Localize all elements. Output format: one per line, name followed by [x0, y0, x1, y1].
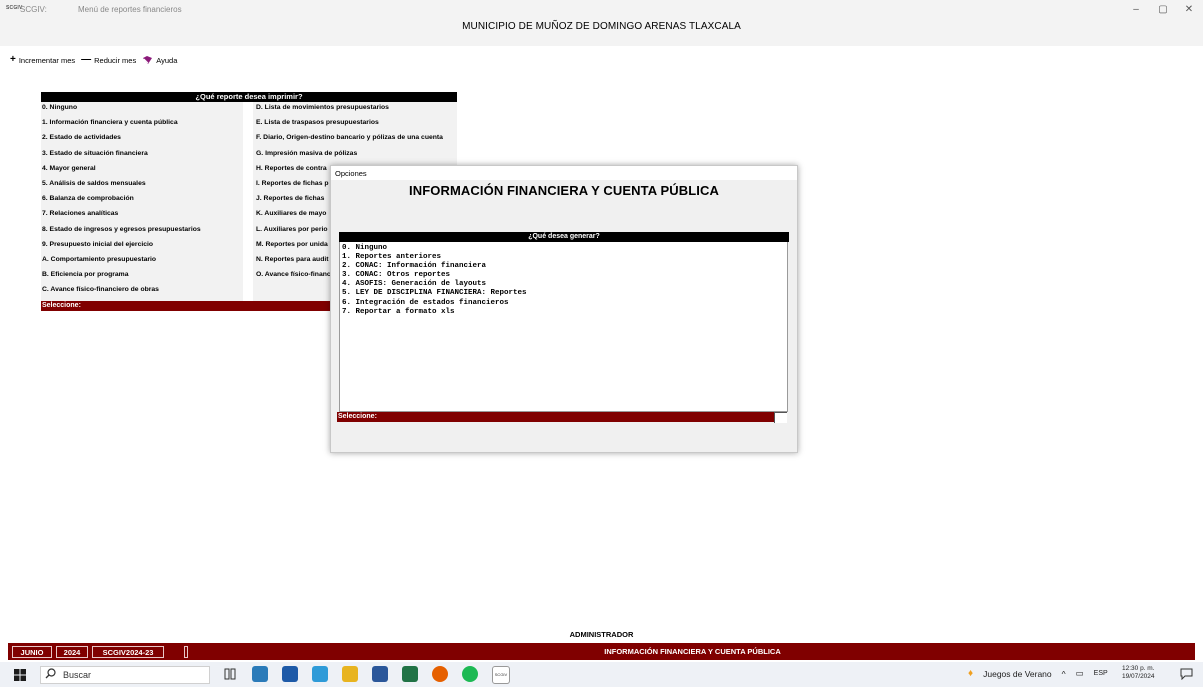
- dialog-option-item[interactable]: 4. ASOFIS: Generación de layouts: [342, 280, 527, 289]
- excel-app-icon[interactable]: [402, 666, 418, 682]
- chevron-up-icon[interactable]: ^: [1062, 669, 1066, 679]
- dialog-option-item[interactable]: 2. CONAC: Información financiera: [342, 262, 527, 271]
- taskbar-search-input[interactable]: Buscar: [40, 666, 210, 684]
- dialog-list-header: ¿Qué desea generar?: [339, 232, 789, 242]
- weather-icon[interactable]: ♦: [968, 668, 973, 679]
- restore-button[interactable]: ▢: [1152, 3, 1174, 17]
- scgiv-app-icon[interactable]: SCGIV: [492, 666, 510, 684]
- status-database: SCGIV2024-23: [92, 646, 164, 658]
- calculator-app-icon[interactable]: [252, 666, 268, 682]
- report-menu-item[interactable]: F. Diario, Origen-destino bancario y pól…: [256, 134, 456, 149]
- minimize-button[interactable]: –: [1125, 3, 1147, 17]
- notification-icon[interactable]: [1180, 668, 1193, 680]
- report-select-prompt[interactable]: Seleccione:: [41, 301, 342, 311]
- report-menu-item[interactable]: C. Avance físico-financiero de obras: [42, 286, 242, 301]
- dialog-select-prompt: Seleccione:: [337, 412, 774, 422]
- report-menu-item[interactable]: 4. Mayor general: [42, 165, 242, 180]
- task-view-icon[interactable]: [222, 666, 238, 682]
- search-icon: [45, 668, 56, 679]
- firefox-app-icon[interactable]: [432, 666, 448, 682]
- plus-icon: +: [10, 54, 16, 65]
- dialog-option-item[interactable]: 1. Reportes anteriores: [342, 253, 527, 262]
- clock-time: 12:30 p. m.: [1122, 665, 1155, 672]
- status-separator: [184, 646, 188, 658]
- dialog-option-item[interactable]: 5. LEY DE DISCIPLINA FINANCIERA: Reporte…: [342, 289, 527, 298]
- spotify-app-icon[interactable]: [462, 666, 478, 682]
- windows-start-icon[interactable]: [14, 669, 26, 681]
- report-menu-item[interactable]: G. Impresión masiva de pólizas: [256, 150, 456, 165]
- status-year: 2024: [56, 646, 88, 658]
- menu-divider: [243, 102, 253, 301]
- app-name: SCGIV:: [20, 5, 47, 14]
- report-menu-left-column: 0. Ninguno 1. Información financiera y cu…: [42, 104, 242, 301]
- report-menu-item[interactable]: 3. Estado de situación financiera: [42, 150, 242, 165]
- status-month: JUNIO: [12, 646, 52, 658]
- report-menu-item[interactable]: 5. Análisis de saldos mensuales: [42, 180, 242, 195]
- status-current-report: INFORMACIÓN FINANCIERA Y CUENTA PÚBLICA: [604, 647, 781, 656]
- help-label: Ayuda: [156, 55, 178, 65]
- report-menu-header: ¿Qué reporte desea imprimir?: [41, 92, 457, 102]
- system-tray: ♦ Juegos de Verano ^ ▭ ESP: [968, 668, 1108, 679]
- report-menu-item[interactable]: 1. Información financiera y cuenta públi…: [42, 119, 242, 134]
- dialog-title: Opciones: [335, 169, 367, 178]
- increment-month-label: Incrementar mes: [18, 55, 76, 65]
- report-menu-item[interactable]: D. Lista de movimientos presupuestarios: [256, 104, 456, 119]
- report-menu-item[interactable]: 0. Ninguno: [42, 104, 242, 119]
- dialog-option-item[interactable]: 7. Reportar a formato xls: [342, 308, 527, 317]
- report-menu-item[interactable]: 9. Presupuesto inicial del ejercicio: [42, 241, 242, 256]
- dialog-title-bar: [331, 166, 797, 180]
- increment-month-button[interactable]: + Incrementar mes: [10, 55, 75, 65]
- book-icon: [143, 56, 153, 64]
- municipality-title: MUNICIPIO DE MUÑOZ DE DOMINGO ARENAS TLA…: [462, 21, 741, 32]
- dialog-select-input[interactable]: [774, 412, 787, 423]
- decrement-month-button[interactable]: — Reducir mes: [81, 55, 136, 65]
- window-title: Menú de reportes financieros: [78, 5, 182, 14]
- dialog-heading: INFORMACIÓN FINANCIERA Y CUENTA PÚBLICA: [409, 183, 719, 198]
- photos-app-icon[interactable]: [312, 666, 328, 682]
- report-menu-item[interactable]: A. Comportamiento presupuestario: [42, 256, 242, 271]
- clock[interactable]: 12:30 p. m. 19/07/2024: [1122, 665, 1155, 681]
- weather-label[interactable]: Juegos de Verano: [983, 669, 1052, 679]
- toolbar: + Incrementar mes — Reducir mes Ayuda: [10, 54, 177, 66]
- report-menu-item[interactable]: E. Lista de traspasos presupuestarios: [256, 119, 456, 134]
- report-menu-item[interactable]: B. Eficiencia por programa: [42, 271, 242, 286]
- word-app-icon[interactable]: [372, 666, 388, 682]
- network-icon[interactable]: ▭: [1076, 668, 1084, 679]
- close-button[interactable]: ✕: [1178, 3, 1200, 17]
- edge-browser-icon[interactable]: [282, 666, 298, 682]
- dialog-option-item[interactable]: 3. CONAC: Otros reportes: [342, 271, 527, 280]
- decrement-month-label: Reducir mes: [94, 55, 137, 65]
- dialog-options-items: 0. Ninguno 1. Reportes anteriores 2. CONAC…: [342, 244, 527, 317]
- language-indicator[interactable]: ESP: [1094, 670, 1108, 677]
- dialog-option-item[interactable]: 6. Integración de estados financieros: [342, 299, 527, 308]
- dialog-option-item[interactable]: 0. Ninguno: [342, 244, 527, 253]
- file-explorer-icon[interactable]: [342, 666, 358, 682]
- clock-date: 19/07/2024: [1122, 673, 1155, 680]
- report-menu-item[interactable]: 8. Estado de ingresos y egresos presupue…: [42, 226, 242, 241]
- user-label: ADMINISTRADOR: [569, 630, 634, 639]
- options-dialog: Opciones INFORMACIÓN FINANCIERA Y CUENTA…: [330, 165, 798, 453]
- report-menu-item[interactable]: 2. Estado de actividades: [42, 134, 242, 149]
- help-button[interactable]: Ayuda: [142, 55, 177, 65]
- report-menu-item[interactable]: 6. Balanza de comprobación: [42, 195, 242, 210]
- minus-icon: —: [81, 54, 92, 65]
- report-menu-item[interactable]: 7. Relaciones analíticas: [42, 210, 242, 225]
